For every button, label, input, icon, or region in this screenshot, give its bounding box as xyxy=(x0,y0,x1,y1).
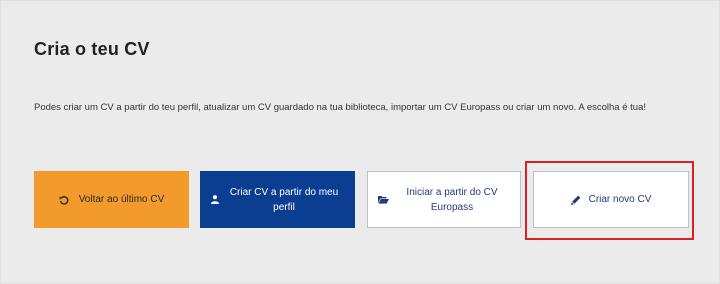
create-cv-card: Cria o teu CV Podes criar um CV a partir… xyxy=(0,0,720,284)
back-to-last-cv-button[interactable]: Voltar ao último CV xyxy=(34,171,189,228)
create-cv-from-profile-label: Criar CV a partir do meu perfil xyxy=(229,186,339,213)
create-new-cv-button[interactable]: Criar novo CV xyxy=(533,171,689,228)
start-from-europass-label: Iniciar a partir do CV Europass xyxy=(406,186,498,213)
card-title: Cria o teu CV xyxy=(34,39,150,59)
back-to-last-cv-label: Voltar ao último CV xyxy=(78,194,165,205)
create-new-cv-label: Criar novo CV xyxy=(588,194,652,205)
create-cv-from-profile-button[interactable]: Criar CV a partir do meu perfil xyxy=(200,171,355,228)
user-icon xyxy=(209,195,221,204)
folder-open-icon xyxy=(376,195,390,204)
pencil-icon xyxy=(570,195,581,205)
undo-icon xyxy=(59,195,69,205)
card-description: Podes criar um CV a partir do teu perfil… xyxy=(34,102,647,113)
start-from-europass-button[interactable]: Iniciar a partir do CV Europass xyxy=(367,171,521,228)
